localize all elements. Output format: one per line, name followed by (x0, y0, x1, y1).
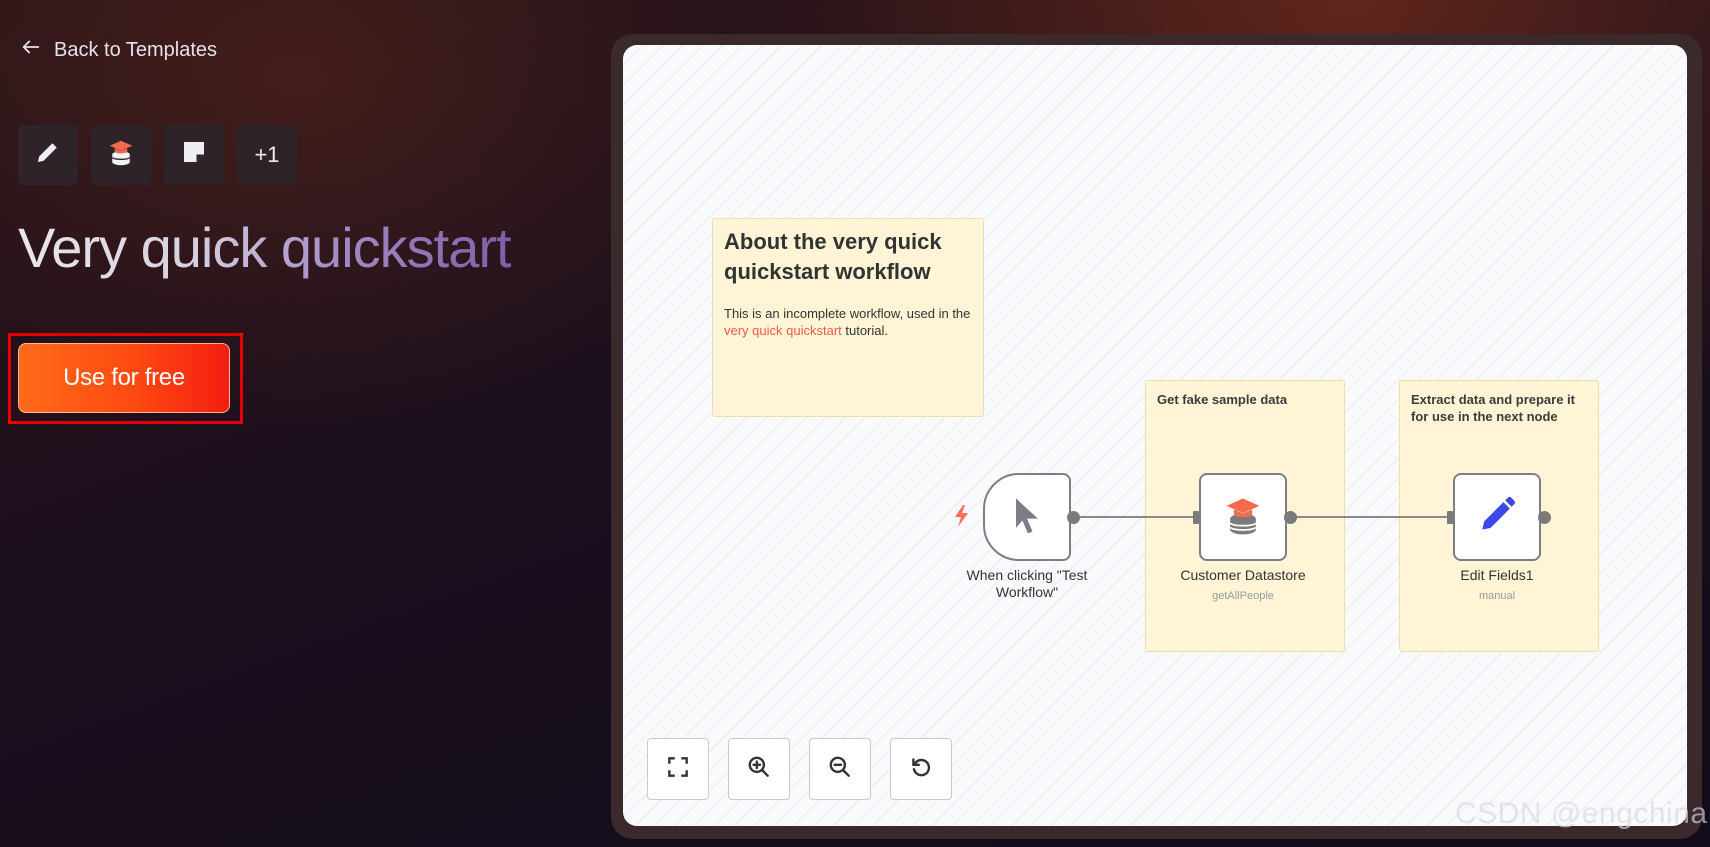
template-node-icons: +1 (18, 125, 297, 185)
node-icon-edit-fields[interactable] (18, 125, 78, 185)
node-icon-more-count[interactable]: +1 (237, 125, 297, 185)
node-label-datastore: Customer Datastore (1180, 567, 1306, 583)
node-customer-datastore[interactable] (1199, 473, 1287, 561)
node-edit-fields[interactable] (1453, 473, 1541, 561)
workflow-canvas[interactable]: About the very quick quickstart workflow… (623, 45, 1687, 826)
output-handle[interactable] (1284, 511, 1297, 524)
datastore-icon (1221, 493, 1265, 542)
cursor-icon (1005, 493, 1049, 542)
node-sub-edit-fields: manual (1478, 590, 1516, 602)
node-label-edit-fields: Edit Fields1 (1460, 567, 1534, 583)
template-title: Very quick quickstart (18, 215, 511, 280)
title-part-2: quickstart (280, 216, 511, 279)
watermark-text: CSDN @engchina (1455, 797, 1708, 830)
title-part-1: Very quick (18, 216, 281, 279)
node-label-trigger: When clicking "Test Workflow" (966, 567, 1088, 600)
lightning-bolt-icon (954, 505, 970, 527)
arrow-left-icon (20, 36, 42, 64)
node-sub-datastore: getAllPeople (1212, 590, 1274, 602)
node-icon-customer-datastore[interactable] (91, 125, 151, 185)
expand-icon (665, 754, 691, 785)
back-to-templates-link[interactable]: Back to Templates (20, 36, 217, 64)
zoom-out-icon (827, 754, 853, 785)
zoom-out-button[interactable] (809, 738, 871, 800)
undo-icon (908, 754, 934, 785)
fit-view-button[interactable] (647, 738, 709, 800)
output-handle[interactable] (1067, 511, 1080, 524)
node-icon-sticky-note[interactable] (164, 125, 224, 185)
use-for-free-button[interactable]: Use for free (18, 343, 230, 413)
pencil-icon (33, 137, 63, 173)
zoom-in-icon (746, 754, 772, 785)
datastore-icon (106, 137, 136, 173)
back-link-label: Back to Templates (54, 38, 218, 61)
more-count-label: +1 (254, 142, 280, 167)
sticky-note-icon (179, 137, 209, 173)
zoom-in-button[interactable] (728, 738, 790, 800)
use-for-free-label: Use for free (63, 364, 185, 391)
output-handle[interactable] (1538, 511, 1551, 524)
node-manual-trigger[interactable] (983, 473, 1071, 561)
workflow-connections (1073, 511, 1456, 523)
reset-zoom-button[interactable] (890, 738, 952, 800)
pencil-icon (1475, 493, 1519, 542)
